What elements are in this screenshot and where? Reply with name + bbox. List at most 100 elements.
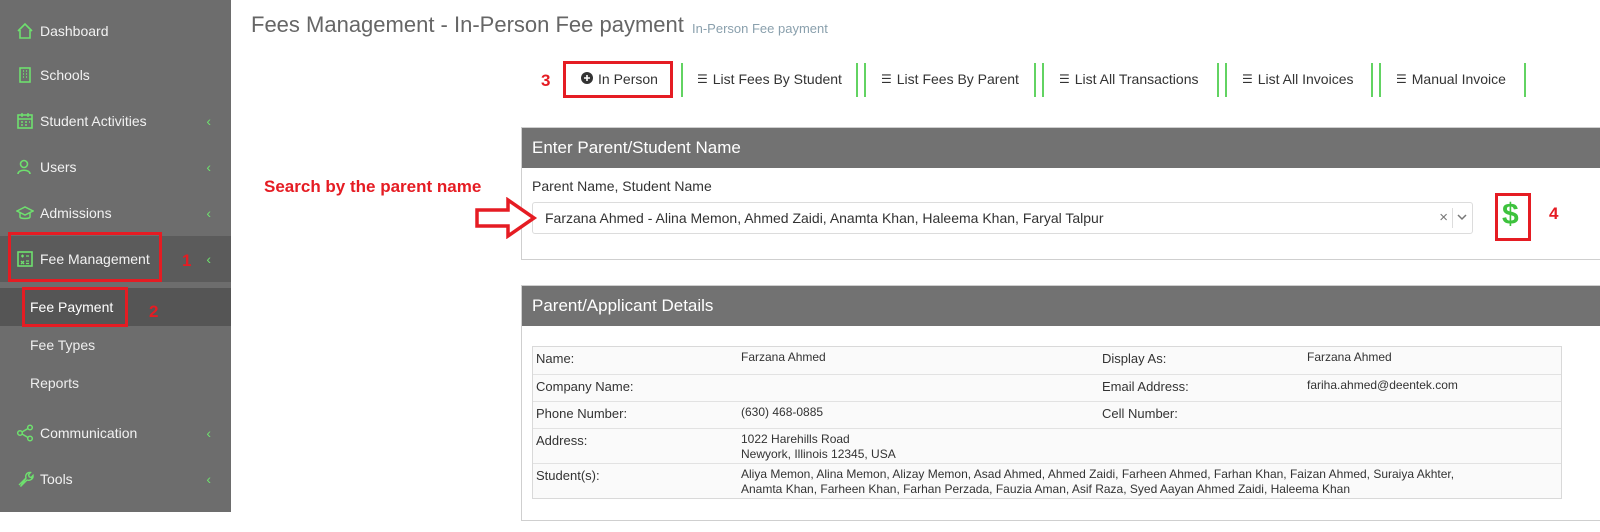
list-icon: ☰ bbox=[1059, 72, 1070, 86]
sidebar-item-label: Admissions bbox=[40, 205, 112, 221]
parent-student-field-label: Parent Name, Student Name bbox=[532, 178, 712, 194]
students-value: Aliya Memon, Alina Memon, Alizay Memon, … bbox=[741, 467, 1454, 497]
tab-label: List Fees By Student bbox=[712, 71, 842, 87]
sidebar-item-schools[interactable]: Schools bbox=[0, 52, 231, 98]
list-icon: ☰ bbox=[1396, 72, 1407, 86]
search-panel-heading: Enter Parent/Student Name bbox=[522, 128, 1600, 168]
annotation-number-4: 4 bbox=[1549, 204, 1559, 223]
tab-list-all-invoices[interactable]: ☰ List All Invoices bbox=[1242, 62, 1353, 96]
sidebar-item-label: Dashboard bbox=[40, 23, 109, 39]
graduation-cap-icon bbox=[16, 204, 34, 222]
select-divider bbox=[1452, 208, 1453, 228]
tab-divider bbox=[1034, 63, 1036, 97]
clear-icon[interactable]: × bbox=[1439, 209, 1448, 226]
selected-value: Farzana Ahmed - Alina Memon, Ahmed Zaidi… bbox=[545, 210, 1104, 226]
email-value: fariha.ahmed@deentek.com bbox=[1307, 378, 1458, 392]
annotation-box-fee-payment bbox=[22, 287, 128, 327]
list-icon: ☰ bbox=[1242, 72, 1253, 86]
tab-divider bbox=[681, 63, 683, 97]
sidebar-subitem-label: Reports bbox=[30, 375, 80, 391]
cell-label: Cell Number: bbox=[1102, 406, 1178, 421]
sidebar-item-label: Student Activities bbox=[40, 113, 147, 129]
tab-label: List Fees By Parent bbox=[896, 71, 1019, 87]
tab-divider bbox=[1042, 63, 1044, 97]
display-as-value: Farzana Ahmed bbox=[1307, 350, 1392, 364]
sidebar-item-label: Tools bbox=[40, 471, 73, 487]
list-icon: ☰ bbox=[697, 72, 708, 86]
sidebar-item-label: Communication bbox=[40, 425, 138, 441]
company-label: Company Name: bbox=[536, 379, 634, 394]
calendar-icon bbox=[16, 112, 34, 130]
phone-value: (630) 468-0885 bbox=[741, 405, 824, 419]
tab-divider bbox=[856, 63, 858, 97]
annotation-number-1: 1 bbox=[182, 251, 192, 270]
parent-student-select[interactable]: Farzana Ahmed - Alina Memon, Ahmed Zaidi… bbox=[532, 202, 1473, 234]
tab-divider bbox=[1379, 63, 1381, 97]
chevron-left-icon[interactable]: ‹ bbox=[206, 251, 211, 267]
name-label: Name: bbox=[536, 351, 575, 366]
annotation-box-pay-button bbox=[1495, 193, 1531, 241]
chevron-left-icon[interactable]: ‹ bbox=[206, 425, 211, 441]
sidebar-item-communication[interactable]: Communication ‹ bbox=[0, 410, 231, 456]
sidebar-item-student-activities[interactable]: Student Activities ‹ bbox=[0, 98, 231, 144]
details-table: Name: Farzana Ahmed Display As: Farzana … bbox=[532, 346, 1562, 499]
details-panel-heading: Parent/Applicant Details bbox=[522, 286, 1600, 326]
tab-list-fees-by-parent[interactable]: ☰ List Fees By Parent bbox=[881, 62, 1019, 96]
tab-divider bbox=[1217, 63, 1219, 97]
chevron-down-icon[interactable] bbox=[1456, 210, 1468, 226]
sidebar-item-label: Schools bbox=[40, 67, 90, 83]
tab-label: List All Transactions bbox=[1074, 71, 1199, 87]
tab-divider bbox=[864, 63, 866, 97]
address-line-1: 1022 Harehills Road bbox=[741, 432, 850, 446]
tab-list-all-transactions[interactable]: ☰ List All Transactions bbox=[1059, 62, 1199, 96]
tab-manual-invoice[interactable]: ☰ Manual Invoice bbox=[1396, 62, 1506, 96]
phone-label: Phone Number: bbox=[536, 406, 628, 421]
tab-label: Manual Invoice bbox=[1411, 71, 1506, 87]
tab-divider bbox=[1371, 63, 1373, 97]
sidebar-item-users[interactable]: Users ‹ bbox=[0, 144, 231, 190]
annotation-search-hint: Search by the parent name bbox=[264, 177, 482, 196]
sidebar-subitem-label: Fee Types bbox=[30, 337, 96, 353]
sidebar-item-label: Users bbox=[40, 159, 77, 175]
building-icon bbox=[16, 66, 34, 84]
tab-label: List All Invoices bbox=[1257, 71, 1354, 87]
sidebar-item-dashboard[interactable]: Dashboard bbox=[0, 8, 231, 54]
list-icon: ☰ bbox=[881, 72, 892, 86]
table-row: Company Name: Email Address: fariha.ahme… bbox=[533, 375, 1561, 402]
annotation-box-in-person bbox=[563, 61, 673, 98]
students-label: Student(s): bbox=[536, 468, 600, 483]
page-title: Fees Management - In-Person Fee payment bbox=[251, 12, 684, 37]
students-line-2: Anamta Khan, Farheen Khan, Farhan Perzad… bbox=[741, 482, 1351, 496]
table-row: Student(s): Aliya Memon, Alina Memon, Al… bbox=[533, 464, 1561, 498]
chevron-left-icon[interactable]: ‹ bbox=[206, 159, 211, 175]
sidebar-item-admissions[interactable]: Admissions ‹ bbox=[0, 190, 231, 236]
email-label: Email Address: bbox=[1102, 379, 1189, 394]
address-line-2: Newyork, Illinois 12345, USA bbox=[741, 447, 896, 461]
annotation-number-3: 3 bbox=[541, 71, 551, 90]
sidebar-subitem-reports[interactable]: Reports bbox=[0, 364, 231, 402]
students-line-1: Aliya Memon, Alina Memon, Alizay Memon, … bbox=[741, 467, 1455, 481]
annotation-arrow-icon bbox=[474, 196, 538, 244]
address-value: 1022 Harehills Road Newyork, Illinois 12… bbox=[741, 432, 896, 462]
display-as-label: Display As: bbox=[1102, 351, 1167, 366]
table-row: Name: Farzana Ahmed Display As: Farzana … bbox=[533, 347, 1561, 375]
tab-divider bbox=[1524, 63, 1526, 97]
sidebar-item-tools[interactable]: Tools ‹ bbox=[0, 456, 231, 502]
share-icon bbox=[16, 424, 34, 442]
annotation-box-fee-management bbox=[8, 232, 162, 282]
home-icon bbox=[16, 22, 34, 40]
table-row: Phone Number: (630) 468-0885 Cell Number… bbox=[533, 402, 1561, 429]
tab-divider bbox=[1225, 63, 1227, 97]
table-row: Address: 1022 Harehills Road Newyork, Il… bbox=[533, 429, 1561, 464]
sidebar-subitem-fee-types[interactable]: Fee Types bbox=[0, 326, 231, 364]
annotation-number-2: 2 bbox=[149, 302, 159, 321]
name-value: Farzana Ahmed bbox=[741, 350, 826, 364]
tab-list-fees-by-student[interactable]: ☰ List Fees By Student bbox=[697, 62, 842, 96]
page-subtitle: In-Person Fee payment bbox=[692, 21, 828, 36]
chevron-left-icon[interactable]: ‹ bbox=[206, 113, 211, 129]
chevron-left-icon[interactable]: ‹ bbox=[206, 471, 211, 487]
wrench-icon bbox=[16, 470, 34, 488]
chevron-left-icon[interactable]: ‹ bbox=[206, 205, 211, 221]
address-label: Address: bbox=[536, 433, 588, 448]
users-icon bbox=[16, 158, 34, 176]
